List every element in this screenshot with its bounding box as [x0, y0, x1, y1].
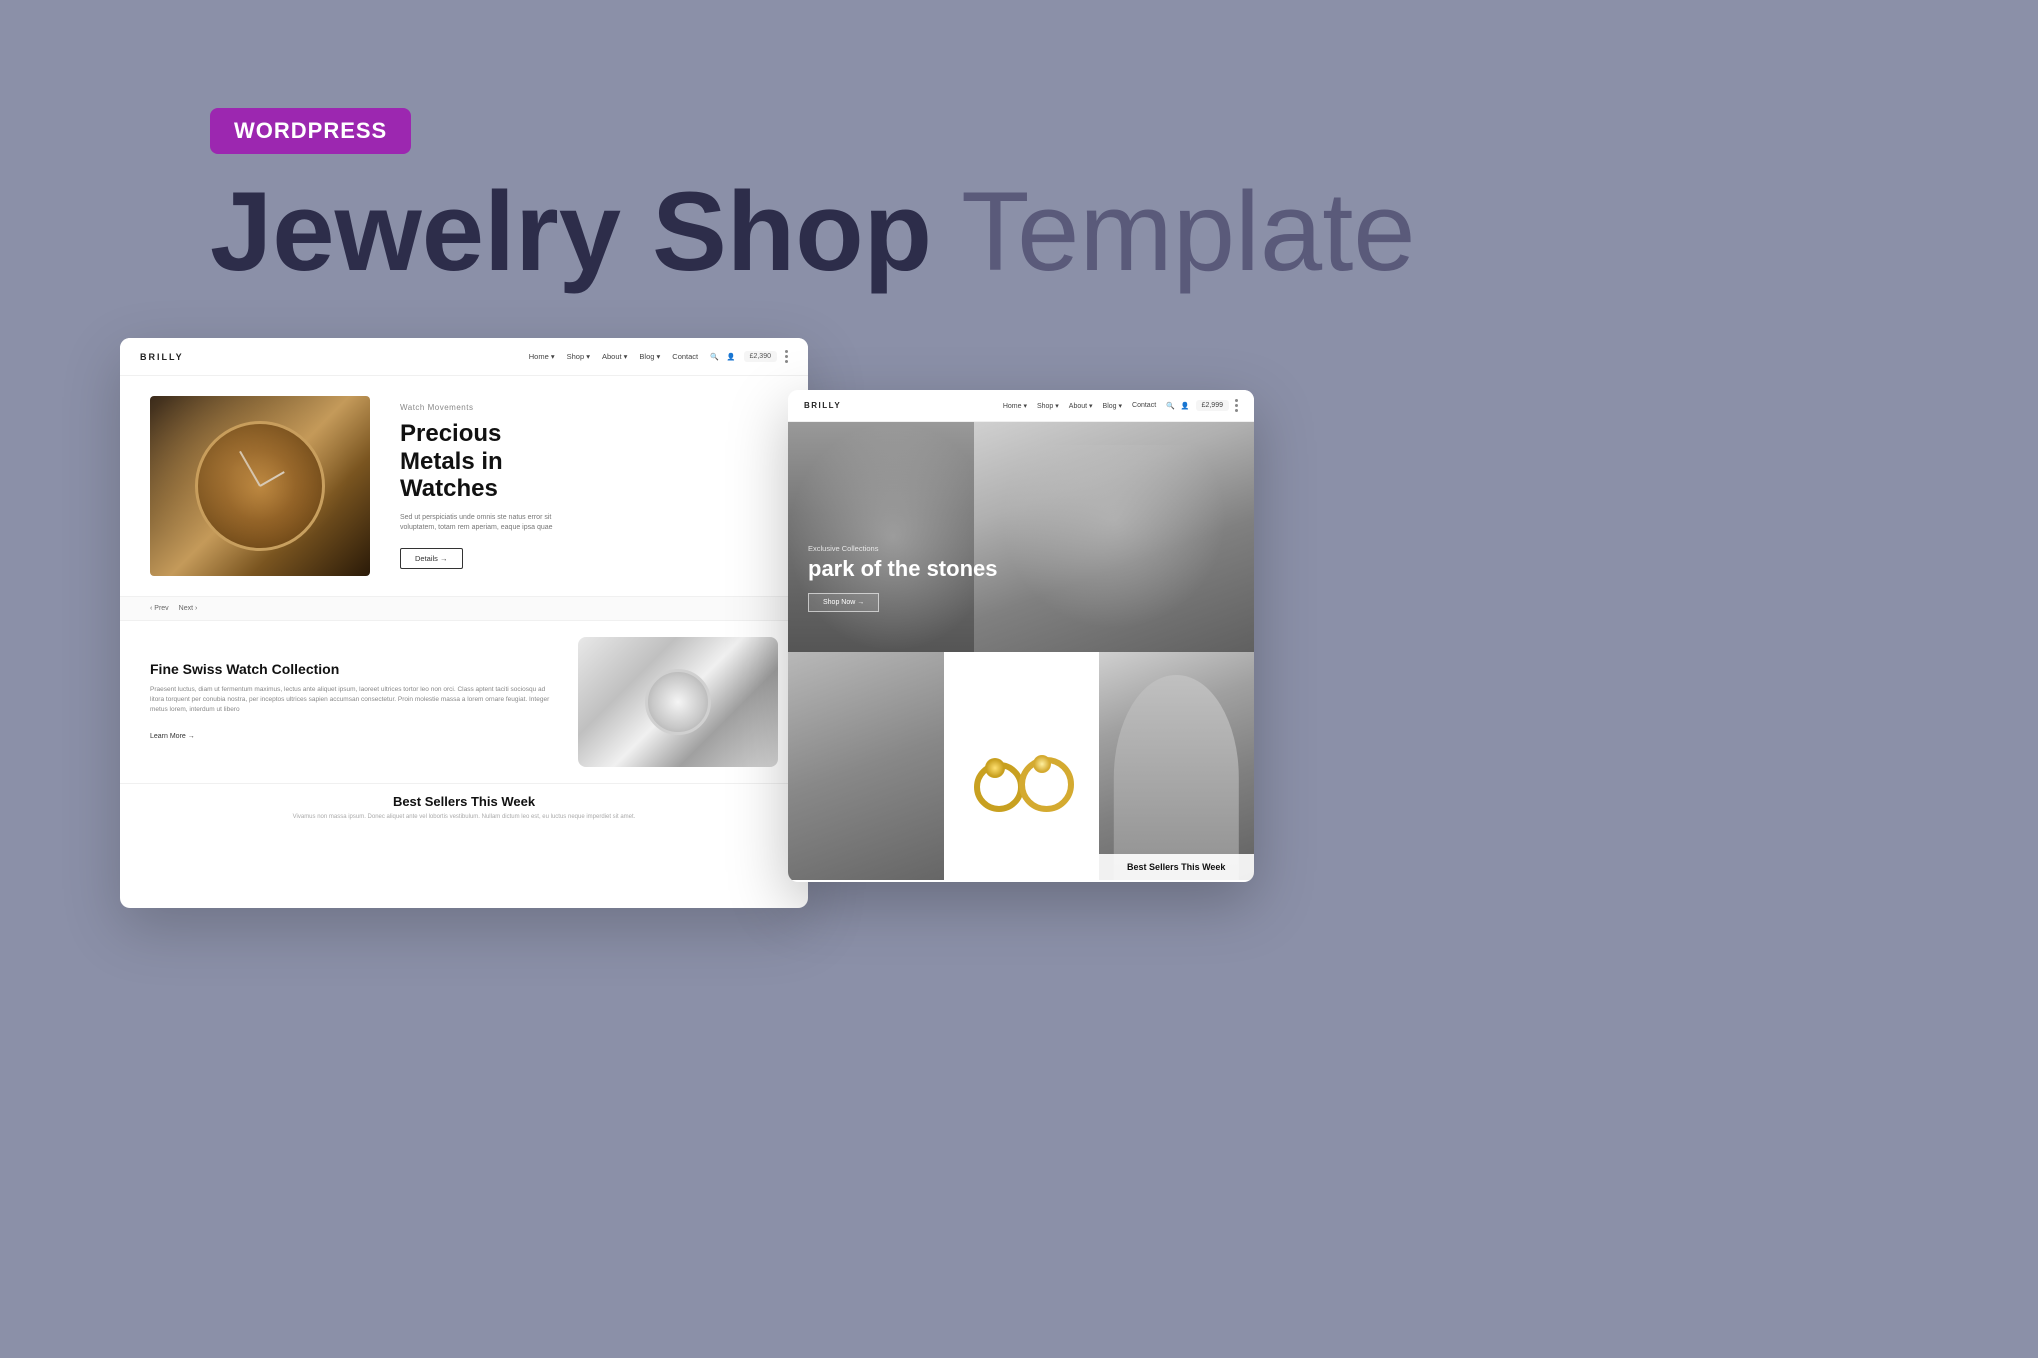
hero-overlay-text: Exclusive Collections park of the stones… [808, 544, 997, 612]
badge-label: WORDPRESS [234, 118, 387, 143]
right-hero-image: Exclusive Collections park of the stones… [788, 422, 1254, 652]
ring-gold-2 [1019, 757, 1074, 812]
right-nav-home[interactable]: Home ▾ [1003, 402, 1027, 410]
collection-description: Praesent luctus, diam ut fermentum maxim… [150, 685, 558, 714]
wordpress-badge: WORDPRESS [210, 108, 411, 154]
ring-gold-1 [974, 762, 1024, 812]
main-title: Jewelry Shop Template [210, 170, 1416, 293]
title-bold: Jewelry Shop [210, 169, 932, 294]
right-search-icon[interactable]: 🔍 [1166, 402, 1175, 410]
nav-logo-left: BRILLY [140, 352, 184, 362]
nav-links-left: Home ▾ Shop ▾ About ▾ Blog ▾ Contact [529, 352, 698, 361]
browser-mockup-left: BRILLY Home ▾ Shop ▾ About ▾ Blog ▾ Cont… [120, 338, 808, 908]
grid-left-image [788, 652, 944, 880]
pagination-bar: ‹ Prev Next › [120, 596, 808, 621]
right-nav-shop[interactable]: Shop ▾ [1037, 402, 1059, 410]
best-sellers-description: Vivamus non massa ipsum. Donec aliquet a… [150, 813, 778, 822]
best-sellers-right: Best Sellers This Week [1099, 854, 1255, 880]
watch-collection-section: Fine Swiss Watch Collection Praesent luc… [120, 621, 808, 783]
right-more-menu-icon[interactable] [1235, 399, 1238, 412]
more-menu-icon[interactable] [785, 350, 788, 363]
collection-heading: Fine Swiss Watch Collection [150, 661, 558, 677]
spark-title: park of the stones [808, 557, 997, 581]
nav-bar-right: BRILLY Home ▾ Shop ▾ About ▾ Blog ▾ Cont… [788, 390, 1254, 422]
right-nav-about[interactable]: About ▾ [1069, 402, 1093, 410]
nav-links-right: Home ▾ Shop ▾ About ▾ Blog ▾ Contact [1003, 402, 1156, 410]
nav-shop[interactable]: Shop ▾ [567, 352, 590, 361]
shop-now-button[interactable]: Shop Now → [808, 593, 879, 612]
prev-button[interactable]: ‹ Prev [150, 605, 169, 612]
nav-bar-left: BRILLY Home ▾ Shop ▾ About ▾ Blog ▾ Cont… [120, 338, 808, 376]
title-light: Template [932, 169, 1416, 294]
rings-image [954, 702, 1089, 822]
nav-icons-left: 🔍 👤 £2,390 [710, 350, 788, 363]
swiss-watch-image [578, 637, 778, 767]
best-sellers-section-left: Best Sellers This Week Vivamus non massa… [120, 783, 808, 832]
right-cart-amount[interactable]: £2,999 [1196, 400, 1229, 411]
right-nav-blog[interactable]: Blog ▾ [1103, 402, 1122, 410]
exclusive-label: Exclusive Collections [808, 544, 997, 553]
nav-contact[interactable]: Contact [672, 352, 698, 361]
browser-mockup-right: BRILLY Home ▾ Shop ▾ About ▾ Blog ▾ Cont… [788, 390, 1254, 882]
best-sellers-title: Best Sellers This Week [150, 794, 778, 809]
hero-section-left: Watch Movements Precious Metals in Watch… [120, 376, 808, 596]
learn-more-button[interactable]: Learn More → [150, 733, 195, 740]
watch-hero-image [150, 396, 370, 576]
hero-heading: Precious Metals in Watches [400, 420, 778, 503]
nav-logo-right: BRILLY [804, 401, 841, 410]
portrait-shape [1114, 675, 1238, 880]
right-nav-contact[interactable]: Contact [1132, 402, 1156, 409]
hero-description: Sed ut perspiciatis unde omnis ste natus… [400, 513, 580, 534]
collection-text: Fine Swiss Watch Collection Praesent luc… [150, 661, 558, 742]
nav-about[interactable]: About ▾ [602, 352, 627, 361]
right-user-icon[interactable]: 👤 [1181, 402, 1190, 410]
nav-blog[interactable]: Blog ▾ [639, 352, 660, 361]
details-button[interactable]: Details → [400, 548, 463, 569]
nav-home[interactable]: Home ▾ [529, 352, 555, 361]
woman-portrait [974, 422, 1254, 652]
grid-center-rings [944, 652, 1099, 880]
bottom-grid: Best Sellers This Week [788, 652, 1254, 880]
grid-right-portrait: Best Sellers This Week [1099, 652, 1255, 880]
user-icon[interactable]: 👤 [727, 353, 736, 361]
swiss-watch-visual [578, 637, 778, 767]
hero-text: Watch Movements Precious Metals in Watch… [400, 403, 778, 569]
best-sellers-right-title: Best Sellers This Week [1107, 862, 1247, 872]
watch-face [195, 421, 325, 551]
next-button[interactable]: Next › [179, 605, 198, 612]
gems-decoration [788, 422, 998, 652]
background: WORDPRESS Jewelry Shop Template BRILLY H… [0, 0, 2038, 1358]
search-icon[interactable]: 🔍 [710, 353, 719, 361]
cart-amount[interactable]: £2,390 [744, 351, 777, 362]
hero-category: Watch Movements [400, 403, 778, 412]
nav-icons-right: 🔍 👤 £2,999 [1166, 399, 1238, 412]
